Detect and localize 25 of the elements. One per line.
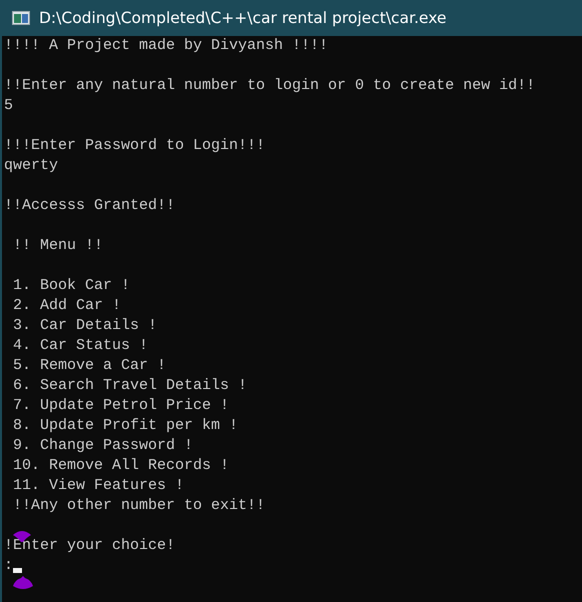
console-line: 5 (4, 96, 14, 116)
console-line: !! Menu !! (12, 236, 104, 256)
console-line: qwerty (4, 156, 58, 176)
console-line: 9. Change Password ! (12, 436, 194, 456)
console-line: 6. Search Travel Details ! (12, 376, 248, 396)
console-line: !!!Enter Password to Login!!! (4, 136, 266, 156)
text-cursor (13, 568, 22, 572)
console-line: !!!! A Project made by Divyansh !!!! (4, 36, 328, 56)
console-line: 10. Remove All Records ! (12, 456, 230, 476)
window-title: D:\Coding\Completed\C++\car rental project\car.exe (39, 9, 446, 27)
console-line: 7. Update Petrol Price ! (12, 396, 230, 416)
console-line: !!Any other number to exit!! (12, 496, 266, 516)
console-line: 1. Book Car ! (12, 276, 130, 296)
console-line: 4. Car Status ! (12, 336, 148, 356)
console-line: !!Accesss Granted!! (4, 196, 176, 216)
console-window-icon (12, 11, 30, 25)
console-line: 8. Update Profit per km ! (12, 416, 238, 436)
console-line: !Enter your choice! (4, 536, 176, 556)
console-line: 11. View Features ! (12, 476, 184, 496)
console-line: 5. Remove a Car ! (12, 356, 166, 376)
console-line: 3. Car Details ! (12, 316, 158, 336)
console-line: !!Enter any natural number to login or 0 to create new id!! (4, 76, 536, 96)
marker-icon (12, 576, 34, 590)
console-line: 2. Add Car ! (12, 296, 122, 316)
console-line: : (4, 556, 14, 576)
